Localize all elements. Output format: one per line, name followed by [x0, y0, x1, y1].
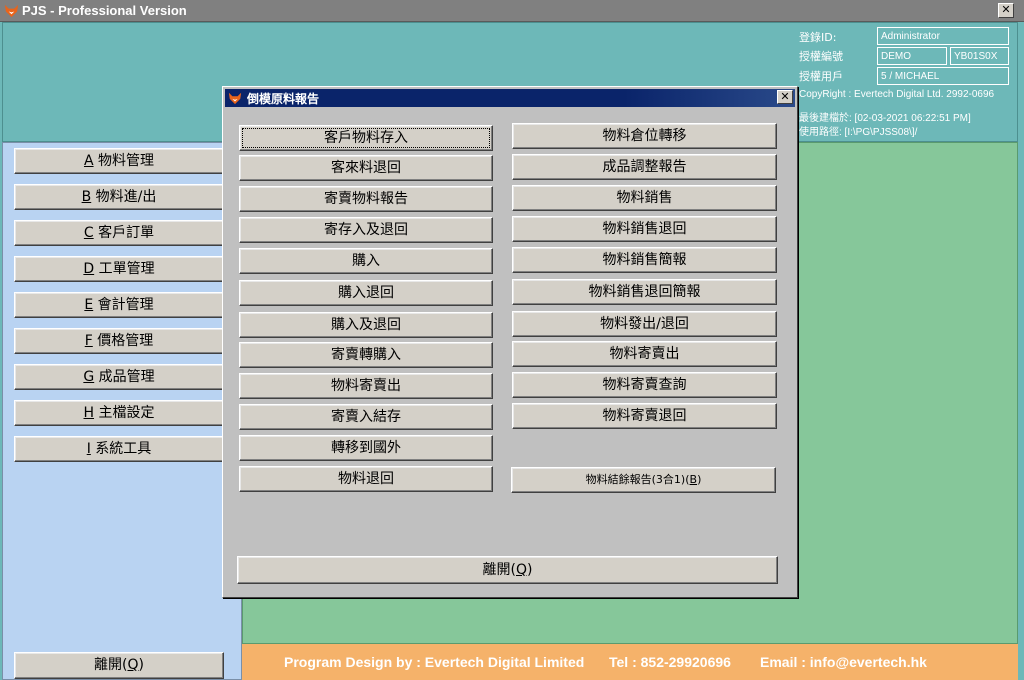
report-customer-material-in-button[interactable]: 客戶物料存入 [239, 125, 493, 151]
dialog-exit-button[interactable]: 離開(Q) [237, 556, 778, 584]
footer-email-text: Email : info@evertech.hk [760, 654, 927, 670]
report-sales-return-summary-button[interactable]: 物料銷售退回簡報 [512, 279, 777, 305]
main-exit-button[interactable]: 離開(Q) [14, 652, 224, 679]
login-id-label: 登錄ID: [799, 31, 837, 44]
report-consignment-material-button[interactable]: 寄賣物料報告 [239, 186, 493, 212]
report-material-sales-summary-button[interactable]: 物料銷售簡報 [512, 247, 777, 273]
path-text: 使用路徑: [I:\PG\PJSS08\]/ [799, 127, 918, 138]
license-no-label: 授權編號 [799, 50, 843, 63]
app-title-bar: PJS - Professional Version ✕ [0, 0, 1024, 22]
report-consignment-balance-button[interactable]: 寄賣入結存 [239, 404, 493, 430]
menu-item-work-orders[interactable]: D 工單管理 [14, 256, 224, 282]
fox-logo-icon [228, 92, 242, 105]
dialog-close-button[interactable]: ✕ [777, 90, 793, 104]
login-id-value: Administrator [877, 27, 1009, 45]
dialog-title-bar: 倒模原料報告 ✕ [225, 89, 795, 107]
report-consignment-to-purchase-button[interactable]: 寄賣轉購入 [239, 342, 493, 368]
material-report-dialog: 倒模原料報告 ✕ 客戶物料存入 客來料退回 寄賣物料報告 寄存入及退回 購入 購… [222, 86, 798, 598]
menu-item-material-management[interactable]: A 物料管理 [14, 148, 224, 174]
footer-bar: Program Design by : Evertech Digital Lim… [242, 644, 1018, 680]
report-finished-goods-adjust-button[interactable]: 成品調整報告 [512, 154, 777, 180]
report-transfer-overseas-button[interactable]: 轉移到國外 [239, 435, 493, 461]
menu-item-system-tools[interactable]: I 系統工具 [14, 436, 224, 462]
license-no-value: DEMO [877, 47, 947, 65]
menu-item-customer-orders[interactable]: C 客戶訂單 [14, 220, 224, 246]
footer-tel-text: Tel : 852-29920696 [609, 654, 731, 670]
report-material-issue-return-button[interactable]: 物料發出/退回 [512, 311, 777, 337]
menu-item-master-settings[interactable]: H 主檔設定 [14, 400, 224, 426]
report-material-sales-button[interactable]: 物料銷售 [512, 185, 777, 211]
report-customer-return-button[interactable]: 客來料退回 [239, 155, 493, 181]
app-close-button[interactable]: ✕ [998, 3, 1014, 18]
license-user-value: 5 / MICHAEL [877, 67, 1009, 85]
report-consignment-query-button[interactable]: 物料寄賣查詢 [512, 372, 777, 398]
menu-item-material-in-out[interactable]: B 物料進/出 [14, 184, 224, 210]
report-deposit-return-button[interactable]: 寄存入及退回 [239, 217, 493, 243]
report-material-return-button[interactable]: 物料退回 [239, 466, 493, 492]
copyright-text: CopyRight : Evertech Digital Ltd. 2992-0… [799, 89, 995, 100]
report-material-consign-out-right-button[interactable]: 物料寄賣出 [512, 341, 777, 367]
report-consignment-return-button[interactable]: 物料寄賣退回 [512, 403, 777, 429]
license-user-label: 授權用戶 [799, 70, 843, 83]
menu-item-price-management[interactable]: F 價格管理 [14, 328, 224, 354]
report-purchase-button[interactable]: 購入 [239, 248, 493, 274]
report-purchase-and-return-button[interactable]: 購入及退回 [239, 312, 493, 338]
last-build-text: 最後建檔於: [02-03-2021 06:22:51 PM] [799, 113, 971, 124]
menu-item-accounting[interactable]: E 會計管理 [14, 292, 224, 318]
material-balance-report-button[interactable]: 物料結餘報告(3合1)(B) [511, 467, 776, 493]
report-purchase-return-button[interactable]: 購入退回 [239, 280, 493, 306]
report-material-sales-return-button[interactable]: 物料銷售退回 [512, 216, 777, 242]
report-material-consignment-out-button[interactable]: 物料寄賣出 [239, 373, 493, 399]
license-code-value: YB01S0X [950, 47, 1009, 65]
menu-item-finished-goods[interactable]: G 成品管理 [14, 364, 224, 390]
fox-logo-icon [4, 4, 19, 18]
report-warehouse-transfer-button[interactable]: 物料倉位轉移 [512, 123, 777, 149]
footer-design-text: Program Design by : Evertech Digital Lim… [284, 654, 585, 670]
app-title: PJS - Professional Version [22, 3, 187, 18]
dialog-title: 倒模原料報告 [247, 92, 320, 106]
